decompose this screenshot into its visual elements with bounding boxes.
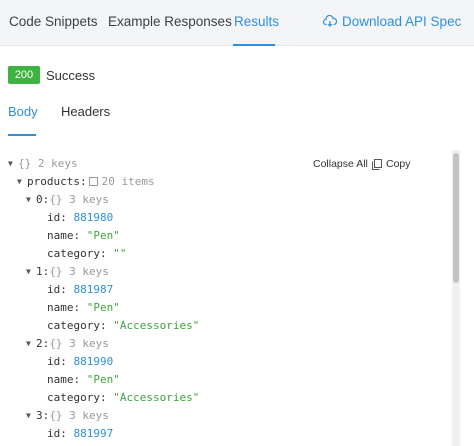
root-meta: {} 2 keys — [18, 157, 78, 170]
tree-item-row: ▼ 0:{} 3 keys — [26, 191, 109, 209]
field-value: 881987 — [73, 283, 114, 296]
field-value: "" — [113, 247, 127, 260]
scrollbar-thumb[interactable] — [453, 153, 459, 283]
field-key: name: — [47, 229, 81, 242]
tree-item-row: ▼ 3:{} 3 keys — [26, 407, 109, 425]
item-meta: {} 3 keys — [49, 265, 109, 278]
item-index: 0: — [36, 193, 50, 206]
field-key: id: — [47, 283, 67, 296]
tree-field-row: id: 881987 — [47, 281, 113, 299]
products-key: products: — [27, 175, 87, 188]
collapse-caret-icon[interactable]: ▼ — [17, 173, 27, 191]
collapse-caret-icon[interactable]: ▼ — [26, 335, 36, 353]
field-value: 881997 — [73, 427, 114, 440]
tree-field-row: name: "Pen" — [47, 299, 120, 317]
field-value: "Accessories" — [113, 391, 200, 404]
field-key: id: — [47, 355, 67, 368]
collapse-caret-icon[interactable]: ▼ — [26, 263, 36, 281]
item-meta: {} 3 keys — [49, 337, 109, 350]
active-tab-indicator — [233, 44, 275, 46]
item-index: 3: — [36, 409, 50, 422]
tree-field-row: name: "Pen" — [47, 227, 120, 245]
top-tab-bar: Code Snippets Example Responses Results … — [0, 0, 474, 46]
tree-field-row: id: 881997 — [47, 425, 113, 443]
item-index: 1: — [36, 265, 50, 278]
field-value: "Pen" — [86, 229, 120, 242]
item-index: 2: — [36, 337, 50, 350]
tree-field-row: category: "Accessories" — [47, 389, 199, 407]
tree-root-row: ▼{} 2 keys — [8, 155, 78, 173]
item-meta: {} 3 keys — [49, 193, 109, 206]
tab-headers[interactable]: Headers — [61, 104, 110, 119]
tree-item-row: ▼ 1:{} 3 keys — [26, 263, 109, 281]
field-key: category: — [47, 247, 107, 260]
cloud-download-icon — [323, 15, 337, 27]
tree-products-row: ▼ products: 20 items — [17, 173, 155, 191]
status-badge: 200 — [8, 66, 40, 84]
products-meta: 20 items — [101, 175, 155, 188]
active-subtab-indicator — [8, 134, 36, 136]
item-meta: {} 3 keys — [49, 409, 109, 422]
download-api-spec-label: Download API Spec — [342, 14, 462, 29]
field-key: id: — [47, 427, 67, 440]
json-tree: ▼{} 2 keys ▼ products: 20 items ▼ 0:{} 3 ke… — [0, 150, 452, 446]
tree-field-row: id: 881980 — [47, 209, 113, 227]
tree-item-row: ▼ 2:{} 3 keys — [26, 335, 109, 353]
tree-field-row: category: "Accessories" — [47, 317, 199, 335]
collapse-caret-icon[interactable]: ▼ — [26, 407, 36, 425]
collapse-caret-icon[interactable]: ▼ — [8, 155, 18, 173]
tree-field-row: id: 881990 — [47, 353, 113, 371]
field-key: category: — [47, 391, 107, 404]
tree-field-row: category: "" — [47, 245, 126, 263]
field-value: 881980 — [73, 211, 114, 224]
field-value: "Pen" — [86, 301, 120, 314]
tab-example-responses[interactable]: Example Responses — [108, 14, 232, 29]
collapse-caret-icon[interactable]: ▼ — [26, 191, 36, 209]
field-key: id: — [47, 211, 67, 224]
tab-results[interactable]: Results — [234, 14, 279, 29]
field-value: 881990 — [73, 355, 114, 368]
array-bracket-icon — [88, 177, 98, 186]
field-value: "Accessories" — [113, 319, 200, 332]
field-key: name: — [47, 301, 81, 314]
tab-body[interactable]: Body — [8, 104, 38, 119]
tab-code-snippets[interactable]: Code Snippets — [9, 14, 98, 29]
status-text: Success — [46, 68, 96, 83]
field-key: category: — [47, 319, 107, 332]
tree-field-row: name: "Pen" — [47, 371, 120, 389]
field-key: name: — [47, 373, 81, 386]
field-value: "Pen" — [86, 373, 120, 386]
